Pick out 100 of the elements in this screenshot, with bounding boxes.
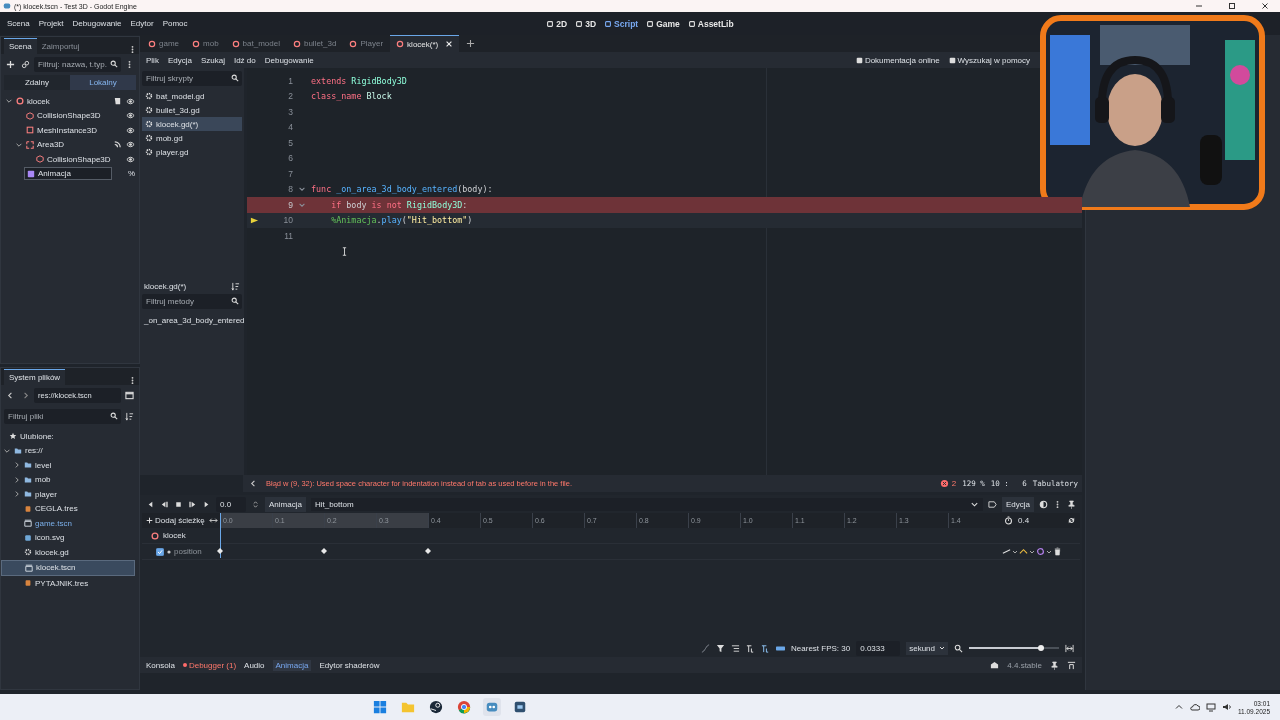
menu-item[interactable]: Idź do: [233, 55, 256, 65]
monitor-icon[interactable]: [1205, 702, 1216, 712]
script-item[interactable]: bat_model.gd: [142, 89, 242, 103]
help-link[interactable]: Dokumentacja online: [855, 55, 940, 65]
filter-field[interactable]: Filtruj metody: [142, 294, 242, 309]
add-icon[interactable]: [146, 517, 153, 524]
layout-icon[interactable]: [125, 391, 134, 400]
pin-icon[interactable]: [1050, 660, 1059, 670]
eye-icon[interactable]: [126, 96, 135, 106]
timer-icon[interactable]: [1004, 516, 1013, 525]
interpolation-icon[interactable]: [1002, 547, 1011, 556]
animation-length[interactable]: 0.4: [1018, 516, 1030, 525]
back-icon[interactable]: [6, 391, 15, 400]
filter-field[interactable]: Filtruj skrypty: [142, 71, 242, 86]
chevron-up-icon[interactable]: [1173, 702, 1184, 712]
script-item[interactable]: mob.gd: [142, 131, 242, 145]
snap-keys-icon[interactable]: [761, 643, 771, 653]
alert-dot-icon[interactable]: [182, 663, 187, 667]
speaker-icon[interactable]: [1221, 702, 1232, 712]
menu-item[interactable]: Pomoc: [162, 19, 188, 28]
eye-icon[interactable]: [126, 111, 135, 121]
keyframe-icon[interactable]: [425, 548, 431, 554]
sort-icon[interactable]: [125, 412, 134, 421]
checkbox[interactable]: [156, 547, 164, 556]
script-item[interactable]: player.gd: [142, 145, 242, 159]
node-name[interactable]: Area3D: [37, 140, 65, 150]
workspace-tab[interactable]: 3D: [575, 18, 597, 29]
script-icon[interactable]: [113, 96, 122, 106]
favorites-label[interactable]: Ulubione:: [20, 431, 54, 441]
scene-tab[interactable]: bat_model: [225, 35, 286, 52]
collapse-icon[interactable]: [249, 479, 258, 488]
signal-icon[interactable]: [113, 140, 122, 150]
workspace-icon[interactable]: [646, 19, 655, 28]
bezier-icon[interactable]: [701, 643, 711, 653]
track-group-name[interactable]: klocek: [163, 531, 186, 540]
dock-tab[interactable]: Zaimportuj: [36, 39, 85, 54]
keyframe-icon[interactable]: [217, 548, 223, 554]
filter-field[interactable]: Filtruj pliki: [4, 409, 121, 424]
slider-thumb[interactable]: [1038, 645, 1044, 651]
pin-icon[interactable]: [1067, 499, 1076, 509]
workspace-icon[interactable]: [575, 19, 584, 28]
file-name[interactable]: PYTAJNIK.tres: [35, 578, 89, 588]
play-backwards-icon[interactable]: [146, 499, 155, 509]
forward-icon[interactable]: [21, 391, 30, 400]
file-name[interactable]: level: [35, 460, 52, 470]
zoom-icon[interactable]: [954, 643, 963, 653]
close-icon[interactable]: [1260, 1, 1270, 11]
sort-icon[interactable]: [231, 282, 240, 291]
caret-icon[interactable]: [1029, 548, 1035, 555]
list-icon[interactable]: [731, 643, 741, 653]
search-icon[interactable]: [110, 412, 118, 420]
eye-icon[interactable]: [126, 140, 135, 150]
resize-icon[interactable]: [209, 516, 218, 525]
file-name[interactable]: game.tscn: [35, 518, 72, 528]
file-name[interactable]: mob: [35, 475, 51, 485]
file-name[interactable]: icon.svg: [35, 533, 65, 543]
animation-dropdown[interactable]: Hit_bottom: [310, 497, 983, 511]
unique-name-badge[interactable]: %: [127, 169, 135, 179]
menu-item[interactable]: Szukaj: [200, 55, 225, 65]
wrap-icon[interactable]: [1019, 547, 1028, 556]
search-icon[interactable]: [110, 60, 118, 68]
add-tab-icon[interactable]: [466, 39, 476, 48]
file-name[interactable]: player: [35, 489, 57, 499]
script-item[interactable]: klocek.gd(*): [142, 117, 242, 131]
menu-item[interactable]: Edycja: [167, 55, 192, 65]
link-icon[interactable]: [948, 56, 956, 64]
menu-item[interactable]: Plik: [146, 55, 159, 65]
scene-tab[interactable]: Player: [343, 35, 390, 52]
menu-item[interactable]: Debugowanie: [264, 55, 314, 65]
mode-tab[interactable]: Zdalny: [4, 75, 70, 90]
edit-button[interactable]: Edycja: [1002, 496, 1034, 512]
filter-icon[interactable]: [716, 643, 726, 653]
bottom-panel-tab[interactable]: Animacja: [272, 659, 312, 671]
eye-icon[interactable]: [126, 154, 135, 164]
stop-icon[interactable]: [174, 499, 183, 509]
search-icon[interactable]: [231, 74, 239, 82]
play-icon[interactable]: [202, 499, 211, 509]
spinner-icon[interactable]: [251, 499, 260, 509]
node-name[interactable]: MeshInstance3D: [37, 125, 98, 135]
add-icon[interactable]: [6, 60, 15, 69]
scene-tab[interactable]: bullet_3d: [286, 35, 343, 52]
autoplay-icon[interactable]: [988, 499, 997, 509]
scene-icon[interactable]: [292, 39, 301, 48]
file-row[interactable]: klocek.tscn: [1, 559, 135, 576]
dock-tab[interactable]: System plików: [4, 369, 66, 385]
caret-icon[interactable]: [1012, 548, 1018, 555]
add-track-button[interactable]: Dodaj ścieżkę: [142, 516, 205, 525]
scene-icon[interactable]: [396, 40, 405, 48]
fit-icon[interactable]: [1065, 643, 1074, 653]
expand-panel-icon[interactable]: [1067, 660, 1076, 670]
keyframe-icon[interactable]: [321, 548, 327, 554]
menu-item[interactable]: Projekt: [38, 19, 64, 28]
scene-tab[interactable]: mob: [186, 35, 225, 52]
search-icon[interactable]: [231, 297, 239, 305]
scene-icon[interactable]: [349, 39, 358, 48]
maximize-icon[interactable]: [1227, 1, 1237, 11]
filter-field[interactable]: Filtruj: nazwa, t.typ.: [34, 57, 121, 72]
scene-icon[interactable]: [192, 39, 200, 48]
bottom-panel-tab[interactable]: Konsola: [146, 660, 175, 670]
workspace-tab[interactable]: Script: [604, 18, 639, 29]
